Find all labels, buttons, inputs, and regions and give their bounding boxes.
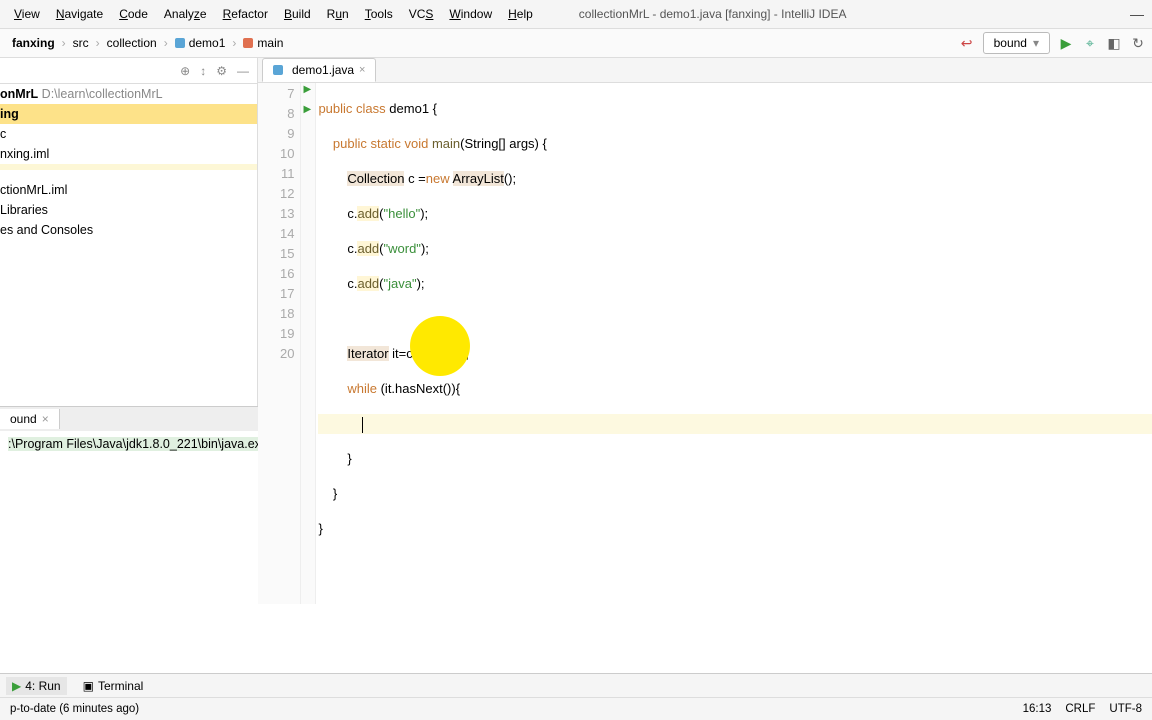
editor-area: demo1.java × 7891011121314151617181920 ▶…: [258, 58, 1152, 406]
line-ending[interactable]: CRLF: [1065, 703, 1095, 715]
sidebar-toolbar: ⊕ ↕ ⚙ —: [0, 58, 257, 84]
close-icon[interactable]: ×: [42, 412, 49, 426]
tree-item[interactable]: ctionMrL.iml: [0, 180, 257, 200]
tree-item[interactable]: c: [0, 124, 257, 144]
gutter-icons: ▶ ▶: [301, 83, 316, 604]
breadcrumb-class[interactable]: demo1: [169, 29, 232, 57]
chevron-right-icon: ›: [62, 36, 66, 50]
chevron-down-icon: ▾: [1033, 36, 1039, 50]
highlight-dot: [410, 316, 470, 376]
collapse-icon[interactable]: ↕: [200, 64, 206, 78]
gutter: 7891011121314151617181920: [258, 83, 301, 604]
debug-icon[interactable]: ⌖: [1082, 35, 1098, 52]
tree-item-ing[interactable]: ing: [0, 104, 257, 124]
file-encoding[interactable]: UTF-8: [1109, 703, 1142, 715]
terminal-icon: ▣: [83, 679, 94, 693]
run-gutter-icon[interactable]: ▶: [303, 84, 311, 95]
caret-position[interactable]: 16:13: [1023, 703, 1052, 715]
menu-vcs[interactable]: VCS: [403, 4, 440, 24]
menu-bar: VViewiew Navigate Code Analyze Refactor …: [8, 4, 539, 24]
menu-analyze[interactable]: Analyze: [158, 4, 213, 24]
run-icon[interactable]: ▶: [1058, 35, 1074, 52]
minimize-icon[interactable]: —: [1130, 6, 1144, 22]
tab-terminal[interactable]: ▣ Terminal: [77, 677, 150, 695]
breadcrumb-package[interactable]: collection: [101, 29, 163, 57]
class-icon: [273, 65, 283, 75]
menu-window[interactable]: Window: [443, 4, 498, 24]
tree-item-libraries[interactable]: Libraries: [0, 200, 257, 220]
code-editor[interactable]: 7891011121314151617181920 ▶ ▶ public cla…: [258, 83, 1152, 604]
stop-icon[interactable]: ↻: [1130, 35, 1146, 52]
chevron-right-icon: ›: [232, 36, 236, 50]
run-gutter-icon[interactable]: ▶: [303, 104, 311, 115]
hide-icon[interactable]: —: [237, 64, 249, 78]
chevron-right-icon: ›: [164, 36, 168, 50]
gear-icon[interactable]: ⚙: [216, 64, 227, 78]
project-tree[interactable]: onMrL D:\learn\collectionMrL ing c nxing…: [0, 84, 257, 240]
tree-root[interactable]: onMrL D:\learn\collectionMrL: [0, 84, 257, 104]
menu-tools[interactable]: Tools: [359, 4, 399, 24]
run-command-line: :\Program Files\Java\jdk1.8.0_221\bin\ja…: [8, 437, 286, 451]
menu-run[interactable]: Run: [321, 4, 355, 24]
project-sidebar: ⊕ ↕ ⚙ — onMrL D:\learn\collectionMrL ing…: [0, 58, 258, 406]
run-icon: ▶: [12, 679, 21, 693]
breadcrumb-src[interactable]: src: [67, 29, 95, 57]
coverage-icon[interactable]: ◧: [1106, 35, 1122, 52]
breadcrumb-project[interactable]: fanxing: [6, 29, 61, 57]
target-icon[interactable]: ⊕: [180, 64, 190, 78]
tab-label: demo1.java: [292, 63, 354, 77]
tree-spacer: [0, 170, 257, 180]
navigation-bar: fanxing › src › collection › demo1 › mai…: [0, 28, 1152, 58]
tree-item-consoles[interactable]: es and Consoles: [0, 220, 257, 240]
caret: [362, 417, 363, 433]
run-config-select[interactable]: bound▾: [983, 32, 1050, 54]
chevron-right-icon: ›: [96, 36, 100, 50]
back-icon[interactable]: ↩: [959, 35, 975, 52]
menu-navigate[interactable]: Navigate: [50, 4, 109, 24]
editor-tab-demo1[interactable]: demo1.java ×: [262, 58, 376, 82]
menu-code[interactable]: Code: [113, 4, 154, 24]
bottom-tool-tabs: ▶ 4: Run ▣ Terminal: [0, 673, 1152, 697]
menu-help[interactable]: Help: [502, 4, 539, 24]
titlebar: VViewiew Navigate Code Analyze Refactor …: [0, 0, 1152, 28]
status-message: p-to-date (6 minutes ago): [10, 703, 139, 715]
method-icon: [243, 38, 253, 48]
window-title: collectionMrL - demo1.java [fanxing] - I…: [579, 7, 847, 21]
tree-item[interactable]: nxing.iml: [0, 144, 257, 164]
breadcrumb-method[interactable]: main: [237, 29, 289, 57]
run-tab[interactable]: ound ×: [0, 409, 60, 429]
tab-run[interactable]: ▶ 4: Run: [6, 677, 67, 695]
class-icon: [175, 38, 185, 48]
status-bar: p-to-date (6 minutes ago) 16:13 CRLF UTF…: [0, 697, 1152, 720]
close-icon[interactable]: ×: [359, 64, 365, 76]
editor-tab-row: demo1.java ×: [258, 58, 1152, 83]
menu-build[interactable]: Build: [278, 4, 317, 24]
menu-view[interactable]: VViewiew: [8, 4, 46, 24]
menu-refactor[interactable]: Refactor: [217, 4, 274, 24]
